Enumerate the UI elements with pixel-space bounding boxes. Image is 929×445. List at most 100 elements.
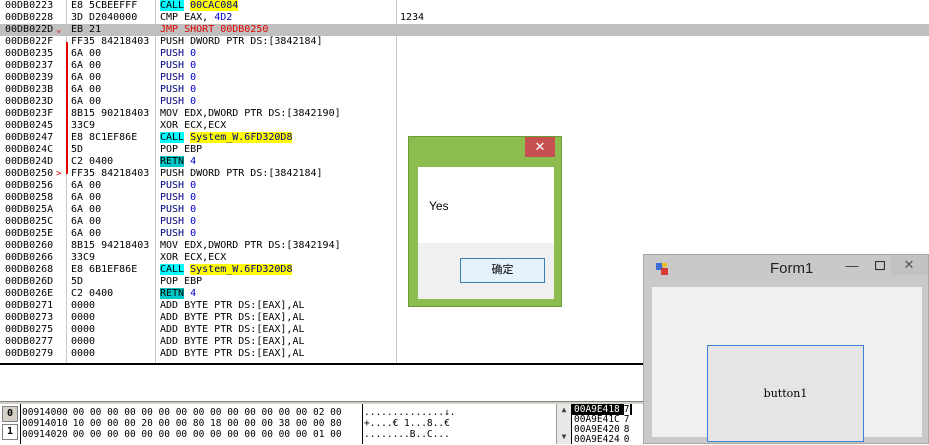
instruction-cell: MOV EDX,DWORD PTR DS:[3842190] xyxy=(160,108,341,120)
mnemonic: PUSH xyxy=(160,96,185,107)
mnemonic: RETN xyxy=(160,156,185,167)
hex-dump-cell: 33C9 xyxy=(71,252,96,263)
mnemonic: POP EBP xyxy=(160,276,203,287)
dump-tab-1[interactable]: 1 xyxy=(2,424,18,440)
address-cell: 00DB0256 xyxy=(5,180,54,191)
dump-row[interactable]: 00914000 00 00 00 00 00 00 00 00 00 00 00… xyxy=(22,407,342,418)
instruction-cell: ADD BYTE PTR DS:[EAX],AL xyxy=(160,312,305,324)
instruction-cell: CALL 00CAC084 xyxy=(160,0,239,12)
disasm-row[interactable]: 00DB022D ⌄ EB 21 JMP SHORT 00DB0250 xyxy=(0,24,929,36)
hex-dump-cell: 6A 00 xyxy=(71,48,102,59)
message-content: Yes xyxy=(418,167,554,243)
operand: System_W.6FD320D8 xyxy=(190,264,293,275)
address-cell: 00DB0258 xyxy=(5,192,54,203)
address-cell: 00DB0228 xyxy=(5,12,54,23)
instruction-cell: POP EBP xyxy=(160,276,202,288)
operand: 0 xyxy=(190,180,197,191)
dump-row[interactable]: 00914020 00 00 00 00 00 00 00 00 00 00 00… xyxy=(22,429,342,440)
instruction-cell: CMP EAX, 4D2 xyxy=(160,12,232,24)
address-cell: 00DB023D xyxy=(5,96,54,107)
operand: 0 xyxy=(190,60,197,71)
dump-bytes: 00 00 00 00 00 00 00 00 00 00 00 00 00 0… xyxy=(72,429,342,440)
jump-arrow-line xyxy=(66,42,68,174)
maximize-icon[interactable] xyxy=(870,257,890,275)
hex-dump-cell: 0000 xyxy=(71,300,96,311)
mnemonic: ADD BYTE PTR DS:[EAX],AL xyxy=(160,312,305,323)
operand: 0 xyxy=(190,96,197,107)
dump-tab-0[interactable]: 0 xyxy=(2,406,18,422)
address-cell: 00DB0260 xyxy=(5,240,54,251)
hex-dump-cell: 6A 00 xyxy=(71,204,102,215)
close-icon[interactable]: ✕ xyxy=(525,137,555,157)
disasm-row[interactable]: 00DB023D 6A 00 PUSH 0 xyxy=(0,96,929,108)
dump-address: 00914020 xyxy=(22,429,68,440)
disasm-row[interactable]: 00DB0245 33C9 XOR ECX,ECX xyxy=(0,120,929,132)
address-cell: 00DB024C xyxy=(5,144,54,155)
operand: 0 xyxy=(190,72,197,83)
address-cell: 00DB0245 xyxy=(5,120,54,131)
hex-dump-cell: 6A 00 xyxy=(71,84,102,95)
message-box: ✕ Yes 确定 xyxy=(408,136,562,307)
instruction-cell: CALL System_W.6FD320D8 xyxy=(160,264,293,276)
address-cell: 00DB0239 xyxy=(5,72,54,83)
minimize-icon[interactable]: — xyxy=(842,257,862,275)
hex-dump-cell: 0000 xyxy=(71,348,96,359)
dump-row[interactable]: 00914010 10 00 00 00 20 00 00 80 18 00 00… xyxy=(22,418,342,429)
address-cell: 00DB025C xyxy=(5,216,54,227)
address-cell: 00DB0273 xyxy=(5,312,54,323)
jump-marker: ⌄ xyxy=(56,25,62,35)
mnemonic: PUSH xyxy=(160,48,185,59)
operand: System_W.6FD320D8 xyxy=(190,132,293,143)
close-icon[interactable]: ✕ xyxy=(890,255,928,275)
address-cell: 00DB024D xyxy=(5,156,54,167)
operand: 00CAC084 xyxy=(190,0,239,11)
address-cell: 00DB026E xyxy=(5,288,54,299)
disasm-row[interactable]: 00DB022F FF35 84218403 PUSH DWORD PTR DS:[… xyxy=(0,36,929,48)
ok-button[interactable]: 确定 xyxy=(460,258,545,283)
button1[interactable]: button1 xyxy=(707,345,864,442)
message-text: Yes xyxy=(429,199,449,213)
window-title: Form1 xyxy=(770,260,814,277)
operand: 4 xyxy=(190,288,197,299)
disasm-row[interactable]: 00DB023F 8B15 90218403 MOV EDX,DWORD PTR D… xyxy=(0,108,929,120)
dump-ascii: ........B..C... xyxy=(364,429,450,440)
mnemonic: ADD BYTE PTR DS:[EAX],AL xyxy=(160,300,305,311)
dump-address: 00914010 xyxy=(22,418,68,429)
hex-dump-cell: E8 8C1EF86E xyxy=(71,132,138,143)
instruction-cell: JMP SHORT 00DB0250 xyxy=(160,24,268,36)
instruction-cell: XOR ECX,ECX xyxy=(160,120,226,132)
instruction-cell: POP EBP xyxy=(160,144,202,156)
dump-scrollbar[interactable]: ▲ ▼ xyxy=(556,404,571,444)
hex-dump-cell: 6A 00 xyxy=(71,180,102,191)
disasm-row[interactable]: 00DB0235 6A 00 PUSH 0 xyxy=(0,48,929,60)
instruction-cell: CALL System_W.6FD320D8 xyxy=(160,132,293,144)
instruction-cell: PUSH DWORD PTR DS:[3842184] xyxy=(160,36,323,48)
mnemonic: CALL xyxy=(160,132,185,143)
disasm-row[interactable]: 00DB023B 6A 00 PUSH 0 xyxy=(0,84,929,96)
mnemonic: CALL xyxy=(160,264,185,275)
mnemonic: CALL xyxy=(160,0,185,11)
hex-dump-cell: 6A 00 xyxy=(71,60,102,71)
mnemonic: PUSH xyxy=(160,216,185,227)
disasm-row[interactable]: 00DB0239 6A 00 PUSH 0 xyxy=(0,72,929,84)
operand: 0 xyxy=(190,216,197,227)
operand: 00DB0250 xyxy=(220,24,269,35)
scroll-up-icon[interactable]: ▲ xyxy=(559,405,569,415)
address-cell: 00DB0277 xyxy=(5,336,54,347)
hex-dump-cell: FF35 84218403 xyxy=(71,168,150,179)
dump-bytes: 00 00 00 00 00 00 00 00 00 00 00 00 00 0… xyxy=(72,407,342,418)
disasm-row[interactable]: 00DB0228 3D D2040000 CMP EAX, 4D2 1234 xyxy=(0,12,929,24)
comment-cell: 1234 xyxy=(400,12,425,23)
scroll-down-icon[interactable]: ▼ xyxy=(559,432,569,442)
address-cell: 00DB0250 xyxy=(5,168,54,179)
hex-dump-cell: 8B15 94218403 xyxy=(71,240,150,251)
mnemonic: RETN xyxy=(160,288,185,299)
disasm-row[interactable]: 00DB0223 E8 5CBEEFFF CALL 00CAC084 xyxy=(0,0,929,12)
stack-row[interactable]: 00A9E424 0 xyxy=(572,434,632,445)
disasm-row[interactable]: 00DB0237 6A 00 PUSH 0 xyxy=(0,60,929,72)
hex-dump-cell: EB 21 xyxy=(71,24,102,35)
dump-bytes: 10 00 00 00 20 00 00 80 18 00 00 00 38 0… xyxy=(72,418,342,429)
mnemonic: XOR ECX,ECX xyxy=(160,120,227,131)
address-cell: 00DB022D xyxy=(5,24,54,35)
form-client-area: button1 xyxy=(652,287,922,442)
